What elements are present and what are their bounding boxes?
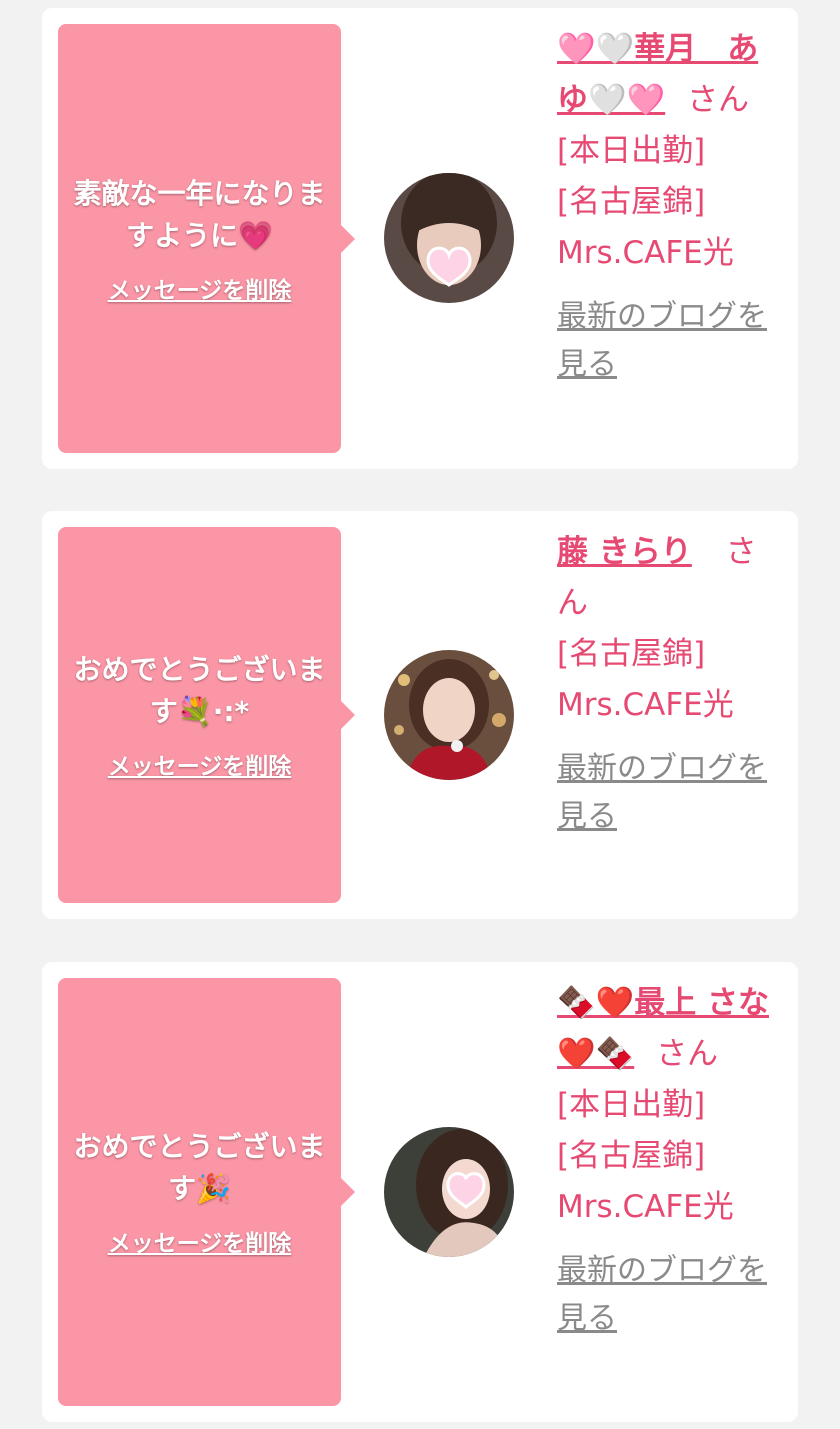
- shop-name: [名古屋錦] Mrs.CAFE光: [557, 1138, 734, 1225]
- message-list: 素敵な一年になりますように💗 メッセージを削除 🩷🤍華月 あゆ🤍🩷 さん [本日…: [0, 0, 840, 1429]
- latest-blog-link[interactable]: 最新のブログを見る: [557, 745, 785, 841]
- message-text: おめでとうございます🎉: [73, 1130, 326, 1205]
- message-card: おめでとうございます💐·:* メッセージを削除 藤 きらり さん [名古屋錦] …: [42, 511, 798, 919]
- cast-name-line: 藤 きらり さん: [557, 527, 785, 629]
- message-card: 素敵な一年になりますように💗 メッセージを削除 🩷🤍華月 あゆ🤍🩷 さん [本日…: [42, 8, 798, 469]
- latest-blog-link[interactable]: 最新のブログを見る: [557, 293, 785, 389]
- message-bubble: 素敵な一年になりますように💗 メッセージを削除: [58, 24, 355, 453]
- avatar[interactable]: [384, 650, 514, 780]
- cast-info: 🍫❤️最上 さな❤️🍫 さん [本日出勤] [名古屋錦] Mrs.CAFE光 最…: [557, 978, 785, 1344]
- cast-name-line: 🍫❤️最上 さな❤️🍫 さん: [557, 978, 785, 1080]
- message-text: 素敵な一年になりますように💗: [73, 176, 326, 252]
- message-text: おめでとうございます💐·:*: [73, 653, 326, 728]
- message-bubble: おめでとうございます💐·:* メッセージを削除: [58, 527, 355, 903]
- message-bubble: おめでとうございます🎉 メッセージを削除: [58, 978, 355, 1406]
- shop-name: [名古屋錦] Mrs.CAFE光: [557, 636, 734, 723]
- latest-blog-link[interactable]: 最新のブログを見る: [557, 1247, 785, 1343]
- honorific: さん: [687, 82, 750, 118]
- cast-name-link[interactable]: 藤 きらり: [557, 534, 692, 570]
- delete-message-link[interactable]: メッセージを削除: [108, 747, 292, 781]
- status-today: [本日出勤]: [557, 1087, 706, 1123]
- cast-info: 🩷🤍華月 あゆ🤍🩷 さん [本日出勤] [名古屋錦] Mrs.CAFE光 最新の…: [557, 24, 785, 390]
- delete-message-link[interactable]: メッセージを削除: [108, 1224, 292, 1258]
- delete-message-link[interactable]: メッセージを削除: [108, 271, 292, 305]
- avatar[interactable]: [384, 173, 514, 303]
- cast-name-line: 🩷🤍華月 あゆ🤍🩷 さん: [557, 24, 785, 126]
- shop-name: [名古屋錦] Mrs.CAFE光: [557, 184, 734, 271]
- avatar[interactable]: [384, 1127, 514, 1257]
- status-today: [本日出勤]: [557, 133, 706, 169]
- cast-info: 藤 きらり さん [名古屋錦] Mrs.CAFE光 最新のブログを見る: [557, 527, 785, 842]
- honorific: さん: [656, 1036, 719, 1072]
- message-card: おめでとうございます🎉 メッセージを削除 🍫❤️最上 さな❤️🍫 さん [本日出…: [42, 962, 798, 1422]
